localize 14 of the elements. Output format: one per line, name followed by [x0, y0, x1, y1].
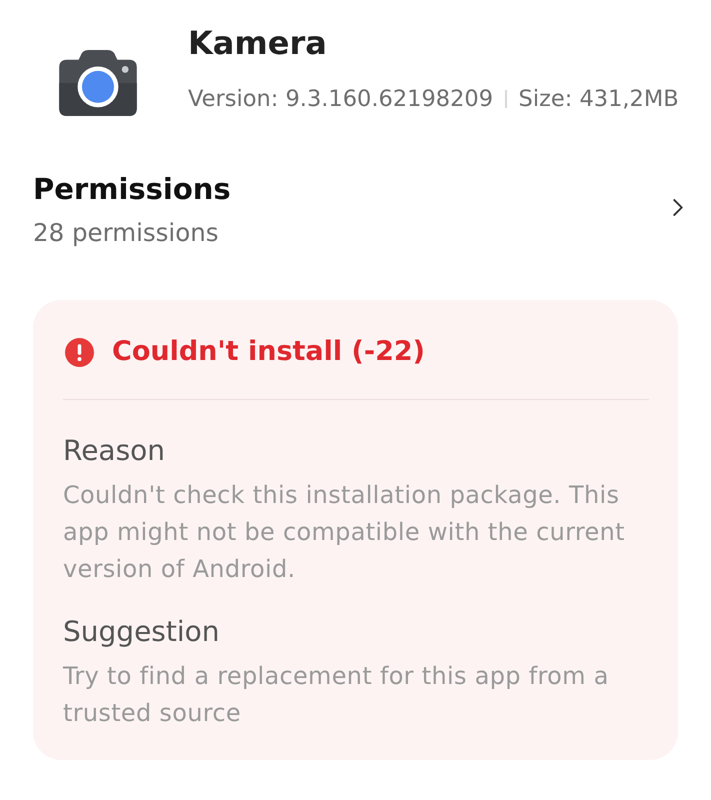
- section-text: Try to find a replacement for this app from a trusted source: [63, 661, 610, 729]
- version-text: Version: 9.3.160.62198209: [188, 85, 494, 114]
- permissions-count: 28 permissions: [33, 218, 220, 248]
- error-title: Couldn't install (-22): [112, 335, 426, 369]
- size-text: Size: 431,2MB: [518, 85, 679, 114]
- section-text: Couldn't check this installation package. This app might not be compatible with the current version of Android.: [63, 480, 626, 585]
- permissions-title: Permissions: [33, 171, 231, 208]
- camera-icon: [59, 50, 137, 116]
- alert-icon: [65, 338, 94, 366]
- section-heading: Suggestion: [63, 614, 221, 650]
- section-heading: Reason: [63, 433, 166, 469]
- chevron-right-icon: [673, 198, 683, 216]
- permissions-row[interactable]: Permissions 28 permissions: [33, 170, 683, 248]
- app-name: Kamera: [188, 23, 328, 64]
